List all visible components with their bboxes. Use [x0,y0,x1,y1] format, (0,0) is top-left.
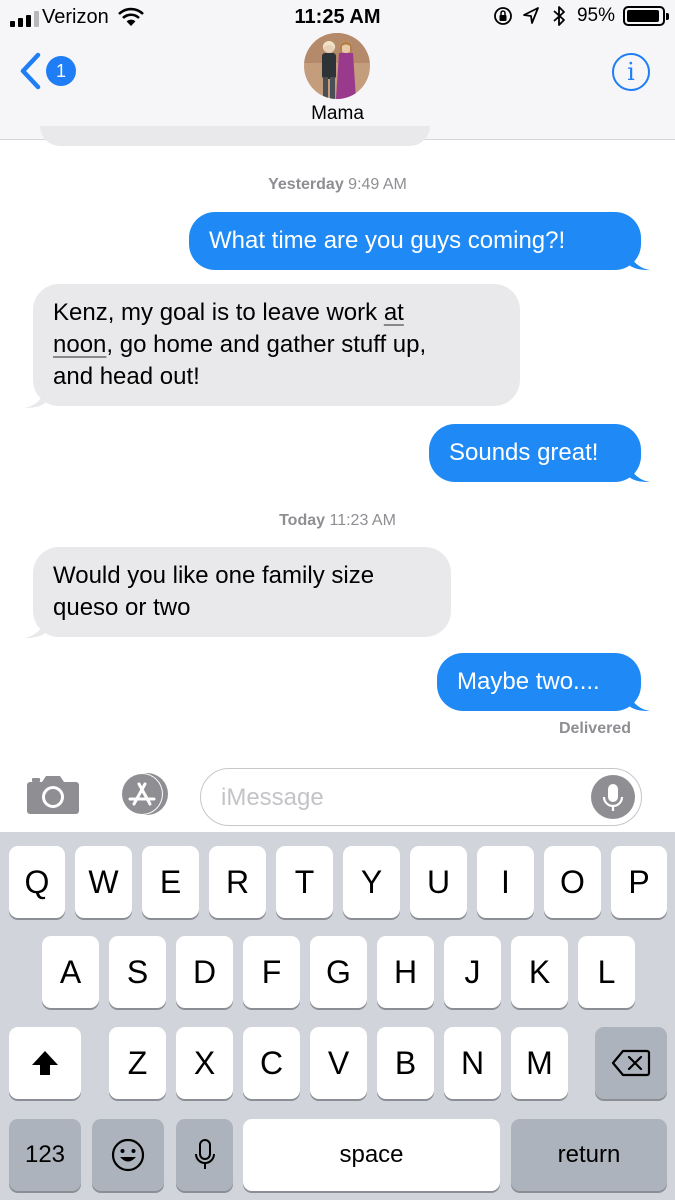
message-text: Kenz, my goal is to leave work at [53,299,404,326]
key-n[interactable]: N [444,1027,501,1099]
contact-avatar[interactable] [304,33,370,99]
emoji-icon [111,1138,145,1172]
key-l[interactable]: L [578,936,635,1008]
delivery-status: Delivered [558,720,631,737]
message-input-field[interactable] [200,768,642,826]
bubble-tail [24,616,46,638]
microphone-icon [194,1139,215,1169]
chevron-left-icon [20,52,41,90]
key-d[interactable]: D [176,936,233,1008]
info-button[interactable]: i [612,53,650,91]
key-o[interactable]: O [544,846,601,918]
key-t[interactable]: T [276,846,333,918]
delete-key[interactable] [595,1027,667,1099]
bubble-tail [628,248,650,270]
key-k[interactable]: K [511,936,568,1008]
detected-time-link[interactable]: noon [53,331,106,358]
message-text: noon, go home and gather stuff up, [53,331,427,358]
microphone-icon [602,784,624,811]
key-u[interactable]: U [410,846,467,918]
key-m[interactable]: M [511,1027,568,1099]
key-h[interactable]: H [377,936,434,1008]
key-w[interactable]: W [75,846,132,918]
sent-message-bubble[interactable]: Sounds great! [429,424,641,482]
sent-message-bubble[interactable]: Maybe two.... [437,653,641,711]
key-y[interactable]: Y [343,846,400,918]
numbers-key[interactable]: 123 [9,1119,81,1191]
unread-count-badge: 1 [46,56,76,86]
key-s[interactable]: S [109,936,166,1008]
key-x[interactable]: X [176,1027,233,1099]
emoji-key[interactable] [92,1119,164,1191]
detected-time-link[interactable]: at [384,299,404,326]
shift-arrow-icon [32,1051,58,1075]
bubble-tail [24,386,46,408]
rotation-lock-icon [494,7,512,25]
message-text: Maybe two.... [457,668,600,695]
composer-bar [0,760,675,832]
key-e[interactable]: E [142,846,199,918]
key-a[interactable]: A [42,936,99,1008]
bubble-tail [628,689,650,711]
camera-icon[interactable] [26,772,80,816]
app-store-icon[interactable] [114,772,172,816]
dictation-button[interactable] [591,775,635,819]
space-key[interactable]: space [243,1119,500,1191]
key-f[interactable]: F [243,936,300,1008]
message-text: Sounds great! [449,439,599,466]
key-g[interactable]: G [310,936,367,1008]
bluetooth-icon [553,6,565,26]
timestamp: Today 11:23 AM [279,512,396,529]
bubble-tail [628,460,650,482]
shift-key[interactable] [9,1027,81,1099]
backspace-icon [611,1049,651,1077]
location-icon [523,7,539,24]
timestamp: Yesterday 9:49 AM [268,176,407,193]
message-text: Would you like one family size [53,562,375,589]
return-key[interactable]: return [511,1119,667,1191]
previous-message-bubble [40,126,430,146]
key-z[interactable]: Z [109,1027,166,1099]
key-p[interactable]: P [611,846,667,918]
key-i[interactable]: I [477,846,534,918]
info-icon: i [627,58,635,86]
key-c[interactable]: C [243,1027,300,1099]
key-v[interactable]: V [310,1027,367,1099]
received-message-bubble[interactable]: Would you like one family size queso or … [33,547,451,637]
dictation-key[interactable] [176,1119,233,1191]
message-text: queso or two [53,594,191,621]
message-input[interactable] [221,781,581,815]
key-q[interactable]: Q [9,846,65,918]
back-button[interactable]: 1 [18,52,76,90]
battery-percent: 95% [576,5,615,26]
key-j[interactable]: J [444,936,501,1008]
key-r[interactable]: R [209,846,266,918]
message-text: What time are you guys coming?! [209,227,566,254]
message-text: and head out! [53,363,200,390]
status-bar: Verizon 11:25 AM 95% [0,0,675,36]
contact-name[interactable]: Mama [0,103,675,125]
key-b[interactable]: B [377,1027,434,1099]
battery-icon [623,6,669,26]
keyboard: Q W E R T Y U I O P A S D F G H J K L Z … [0,832,675,1200]
received-message-bubble[interactable]: Kenz, my goal is to leave work at noon, … [33,284,520,406]
sent-message-bubble[interactable]: What time are you guys coming?! [189,212,641,270]
